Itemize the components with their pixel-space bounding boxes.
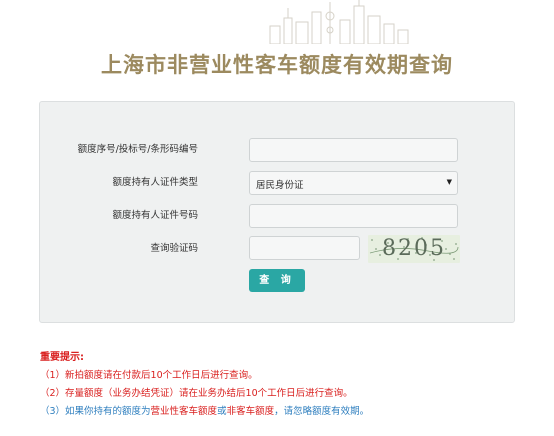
quota-number-label: 额度序号/投标号/条形码编号 [77,144,198,155]
quota-number-input[interactable] [249,138,458,162]
note-item-3-highlight-b: 非客车额度 [226,406,275,417]
page-title: 上海市非营业性客车额度有效期查询 [101,53,453,77]
captcha-image[interactable]: 8205 [368,235,460,263]
captcha-input[interactable] [249,236,360,260]
query-form-panel: 额度序号/投标号/条形码编号 额度持有人证件类型 居民身份证 ▼ 额度持有人证件… [39,101,515,323]
note-item-2: （2）存量额度（业务办结凭证）请在业务办结后10个工作日后进行查询。 [40,388,353,399]
note-item-3-text-c: ，请忽略额度有效期。 [274,406,370,417]
id-type-selected: 居民身份证 [256,180,304,191]
id-number-label: 额度持有人证件号码 [112,210,198,221]
note-item-3-highlight-a: 营业性客车额度 [150,406,218,417]
note-item-3: （3）如果你持有的额度为营业性客车额度或非客车额度，请忽略额度有效期。 [40,403,520,421]
id-type-select[interactable]: 居民身份证 ▼ [249,171,458,195]
notes-title: 重要提示: [40,352,84,363]
id-number-input[interactable] [249,204,458,228]
skyline-decoration [269,0,409,44]
note-item-1: （1）新拍额度请在付款后10个工作日后进行查询。 [40,370,258,381]
captcha-text: 8205 [382,236,446,261]
captcha-label: 查询验证码 [150,243,198,254]
id-type-label: 额度持有人证件类型 [112,177,198,188]
notes-section: 重要提示: （1）新拍额度请在付款后10个工作日后进行查询。 （2）存量额度（业… [40,348,520,421]
note-item-3-text-b: 或 [217,406,227,417]
query-button[interactable]: 查 询 [249,269,305,292]
chevron-down-icon: ▼ [446,178,452,186]
note-item-3-text-a: （3）如果你持有的额度为 [40,406,151,417]
